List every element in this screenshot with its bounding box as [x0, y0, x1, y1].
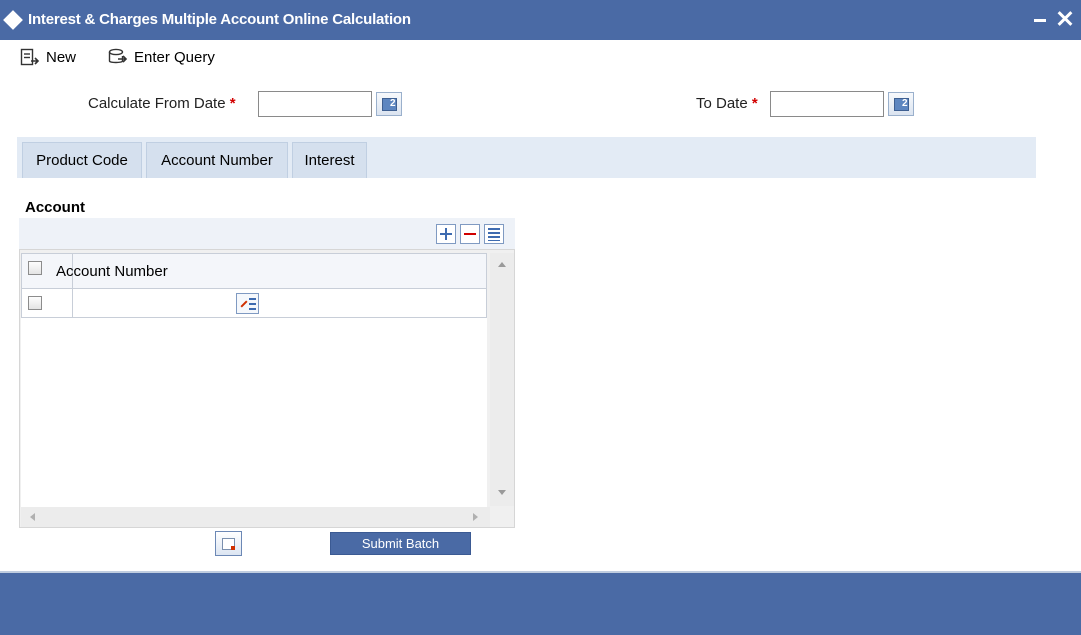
toolbar: New Enter Query [0, 40, 1081, 74]
account-section-title: Account [25, 199, 85, 216]
calendar-icon [894, 98, 909, 111]
from-date-label: Calculate From Date * [88, 95, 236, 112]
list-view-icon[interactable] [484, 224, 504, 244]
audit-button[interactable] [215, 531, 242, 556]
audit-icon [222, 538, 235, 550]
scroll-down-icon[interactable] [498, 490, 506, 495]
scroll-left-icon[interactable] [30, 513, 35, 521]
plus-icon[interactable] [436, 224, 456, 244]
scroll-right-icon[interactable] [473, 513, 478, 521]
diamond-icon [3, 10, 23, 30]
to-date-label-text: To Date [696, 95, 748, 112]
title-bar: Interest & Charges Multiple Account Onli… [0, 0, 1081, 40]
window-title: Interest & Charges Multiple Account Onli… [28, 11, 411, 28]
from-date-input[interactable] [258, 91, 372, 117]
vertical-scrollbar[interactable] [490, 253, 514, 506]
new-document-icon [20, 48, 40, 66]
select-all-checkbox[interactable] [28, 261, 42, 275]
minimize-icon[interactable] [1034, 19, 1046, 22]
tab-interest[interactable]: Interest [292, 142, 367, 178]
new-button[interactable]: New [20, 46, 76, 68]
enter-query-button[interactable]: Enter Query [108, 46, 215, 68]
horizontal-scrollbar[interactable] [21, 507, 490, 527]
close-icon[interactable] [1053, 6, 1077, 30]
required-marker: * [229, 95, 236, 112]
minus-icon[interactable] [460, 224, 480, 244]
row-checkbox[interactable] [28, 296, 42, 310]
from-date-calendar-button[interactable] [376, 92, 402, 116]
calendar-icon [382, 98, 397, 111]
scroll-up-icon[interactable] [498, 262, 506, 267]
column-divider [72, 289, 73, 317]
enter-query-label: Enter Query [134, 48, 215, 66]
to-date-label: To Date * [696, 95, 758, 112]
account-number-column-header: Account Number [56, 263, 168, 280]
tab-account-number[interactable]: Account Number [146, 142, 288, 178]
query-icon [108, 48, 128, 64]
from-date-label-text: Calculate From Date [88, 95, 226, 112]
to-date-calendar-button[interactable] [888, 92, 914, 116]
footer-bar [0, 571, 1081, 635]
required-marker: * [751, 95, 758, 112]
lov-icon[interactable] [236, 293, 259, 314]
tab-product-code[interactable]: Product Code [22, 142, 142, 178]
to-date-input[interactable] [770, 91, 884, 117]
submit-batch-button[interactable]: Submit Batch [330, 532, 471, 555]
new-label: New [46, 48, 77, 66]
